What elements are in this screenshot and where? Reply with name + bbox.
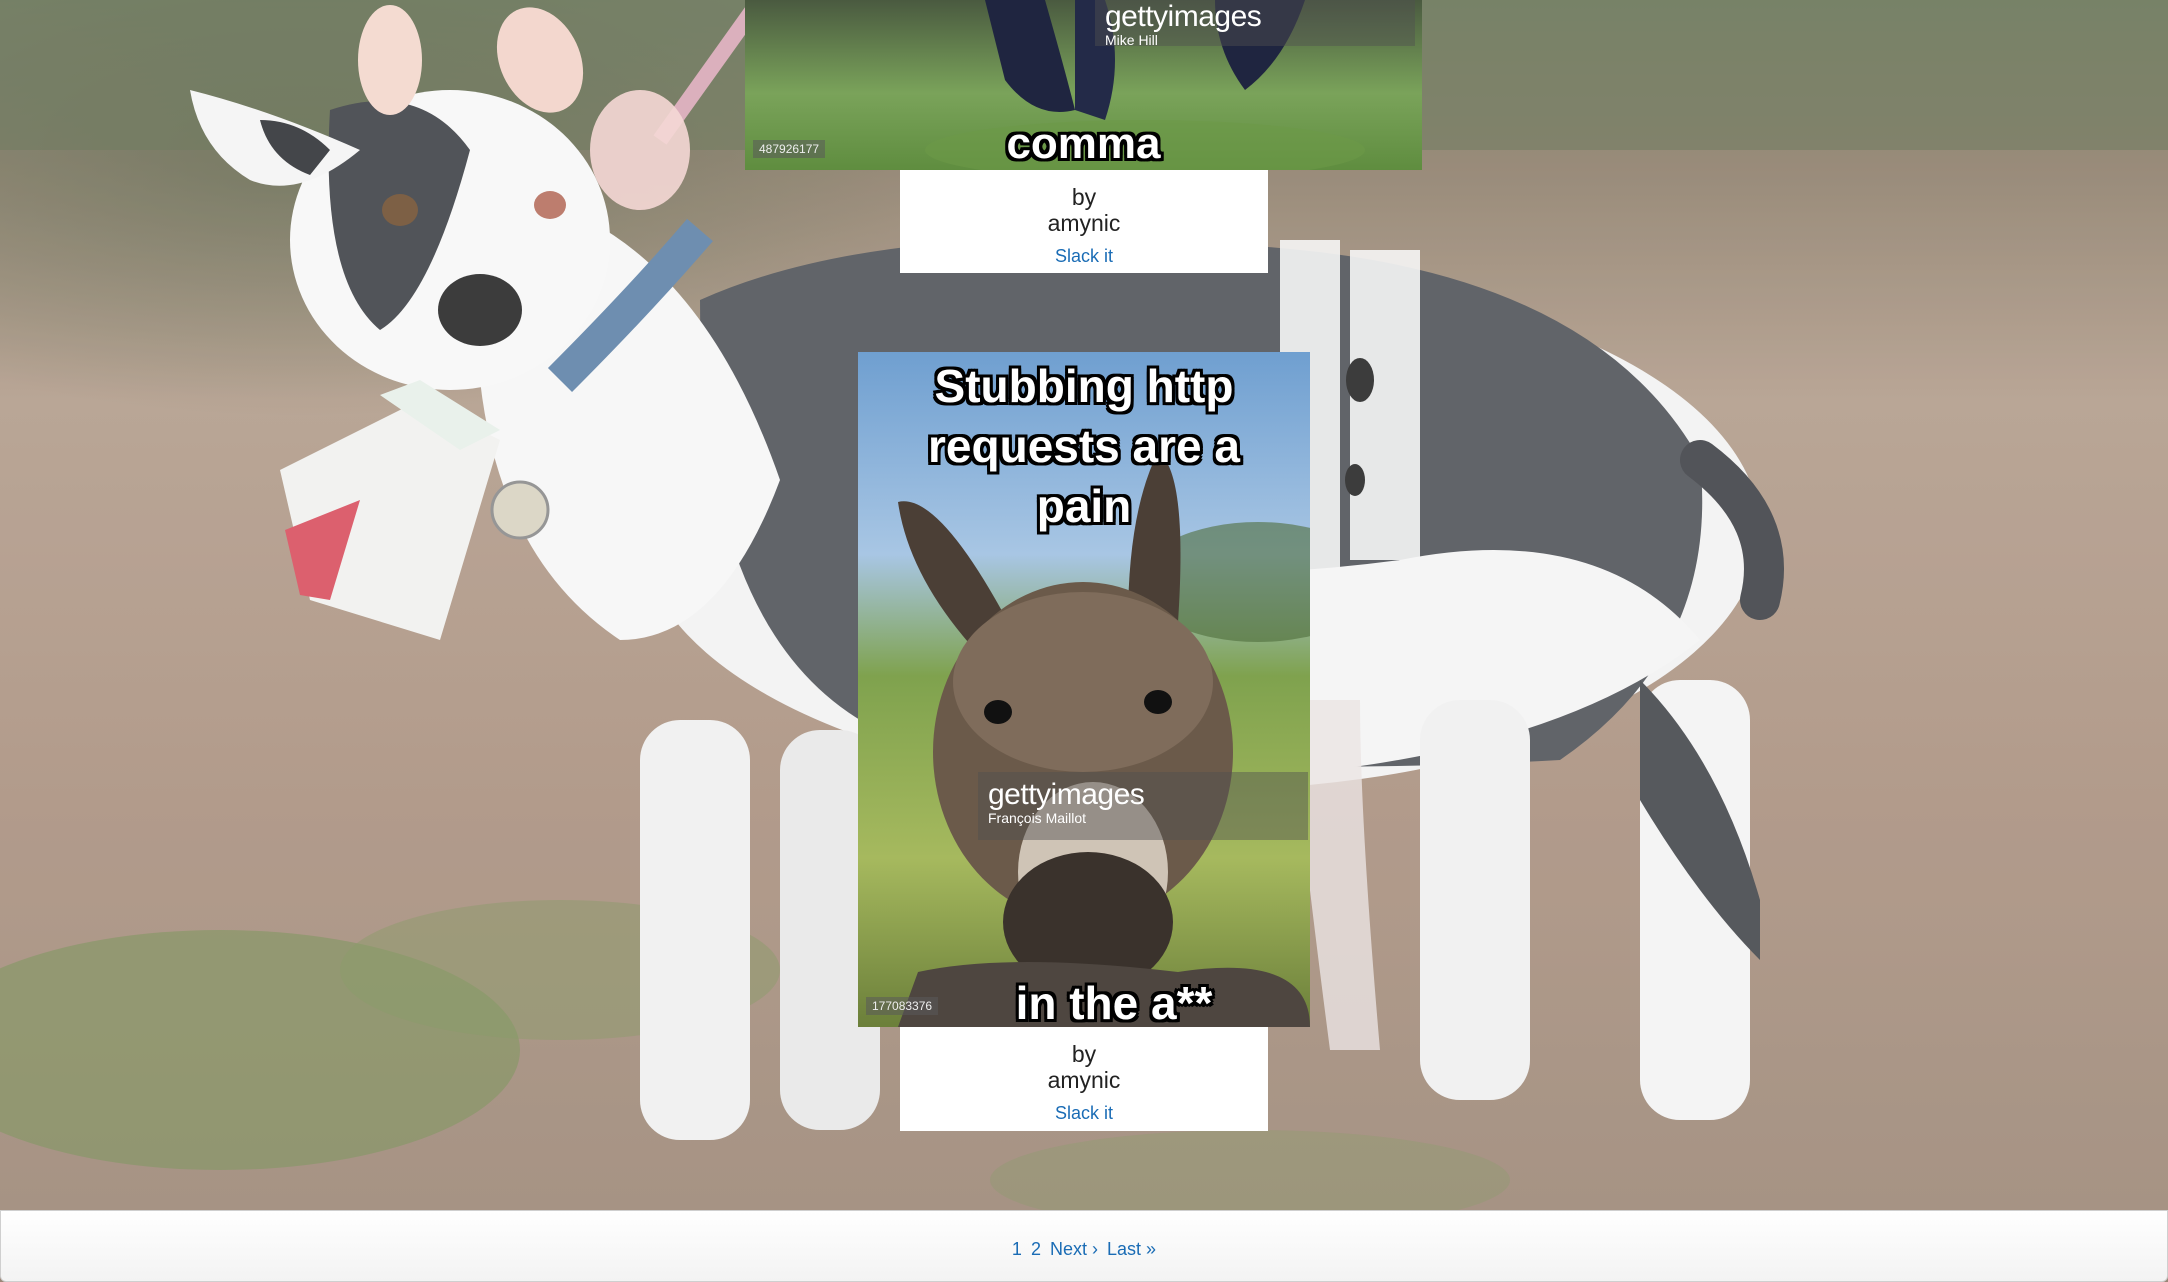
by-label: by xyxy=(1071,184,1097,210)
author-name: amynic xyxy=(1047,210,1121,236)
slack-it-link[interactable]: Slack it xyxy=(1055,1103,1113,1124)
meme-caption-top: Stubbing http requests are a pain xyxy=(928,360,1240,532)
pagination: 1 2 Next › Last » xyxy=(1,1239,2167,1260)
by-label: by xyxy=(1071,1041,1097,1067)
meme-info: by amynic Slack it xyxy=(900,1027,1268,1131)
meme-info: by amynic Slack it xyxy=(900,170,1268,273)
watermark-brand: gettyimages xyxy=(988,778,1145,811)
meme-image[interactable]: gettyimages Mike Hill 487926177 comma xyxy=(745,0,1422,170)
pagination-bar: 1 2 Next › Last » xyxy=(0,1210,2168,1282)
last-page-link[interactable]: Last » xyxy=(1107,1239,1156,1259)
page-2-link[interactable]: 2 xyxy=(1031,1239,1041,1259)
author-name: amynic xyxy=(1047,1067,1121,1093)
page-1-link[interactable]: 1 xyxy=(1012,1239,1022,1259)
meme-caption-bottom: in the a** xyxy=(1015,977,1213,1027)
slack-it-link[interactable]: Slack it xyxy=(1055,246,1113,267)
watermark-brand: gettyimages xyxy=(1105,0,1262,33)
next-page-link[interactable]: Next › xyxy=(1050,1239,1098,1259)
watermark-credit: Mike Hill xyxy=(1105,32,1158,48)
meme-caption-bottom: comma xyxy=(1006,119,1161,168)
meme-image[interactable]: Stubbing http requests are a pain gettyi… xyxy=(858,352,1310,1027)
watermark: gettyimages Mike Hill xyxy=(1095,0,1415,48)
watermark-credit: François Maillot xyxy=(988,810,1087,826)
watermark: gettyimages François Maillot xyxy=(978,772,1308,840)
